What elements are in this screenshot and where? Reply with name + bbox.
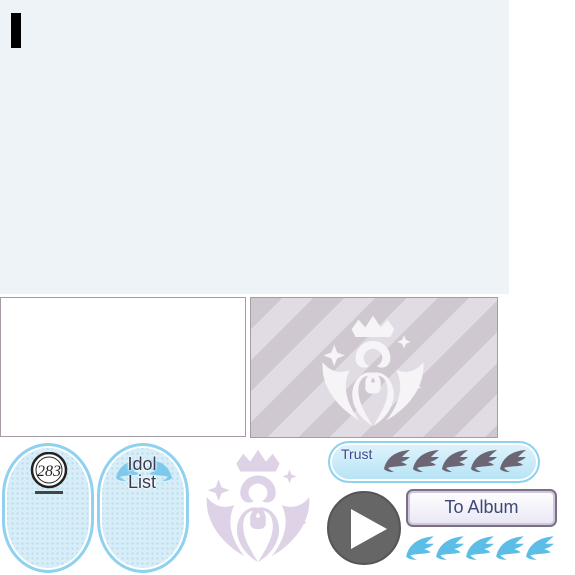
play-icon [351,509,387,549]
emblem-frame [250,297,498,438]
wing-icon [404,532,436,562]
trust-wings [382,447,532,477]
play-button[interactable] [327,491,401,565]
wing-row [404,532,559,564]
wing-icon [498,447,528,473]
idol-list-label: Idol List [127,454,157,492]
production-logo-button[interactable]: 283 [2,443,94,573]
top-panel [0,0,509,294]
wing-icon [524,532,556,562]
wing-icon [464,532,496,562]
swan-crown-emblem-icon [303,306,443,432]
wing-icon [469,447,499,473]
wing-icon [434,532,466,562]
blank-frame [0,297,246,437]
wing-icon [440,447,470,473]
swan-crown-emblem-icon [188,440,328,568]
wing-icon [494,532,526,562]
text-cursor [11,13,21,48]
trust-label: Trust [341,446,373,462]
wing-icon [411,447,441,473]
wing-icon [382,447,412,473]
to-album-label: To Album [444,497,519,517]
production-logo-icon: 283 [30,452,68,494]
svg-text:283: 283 [37,463,61,480]
